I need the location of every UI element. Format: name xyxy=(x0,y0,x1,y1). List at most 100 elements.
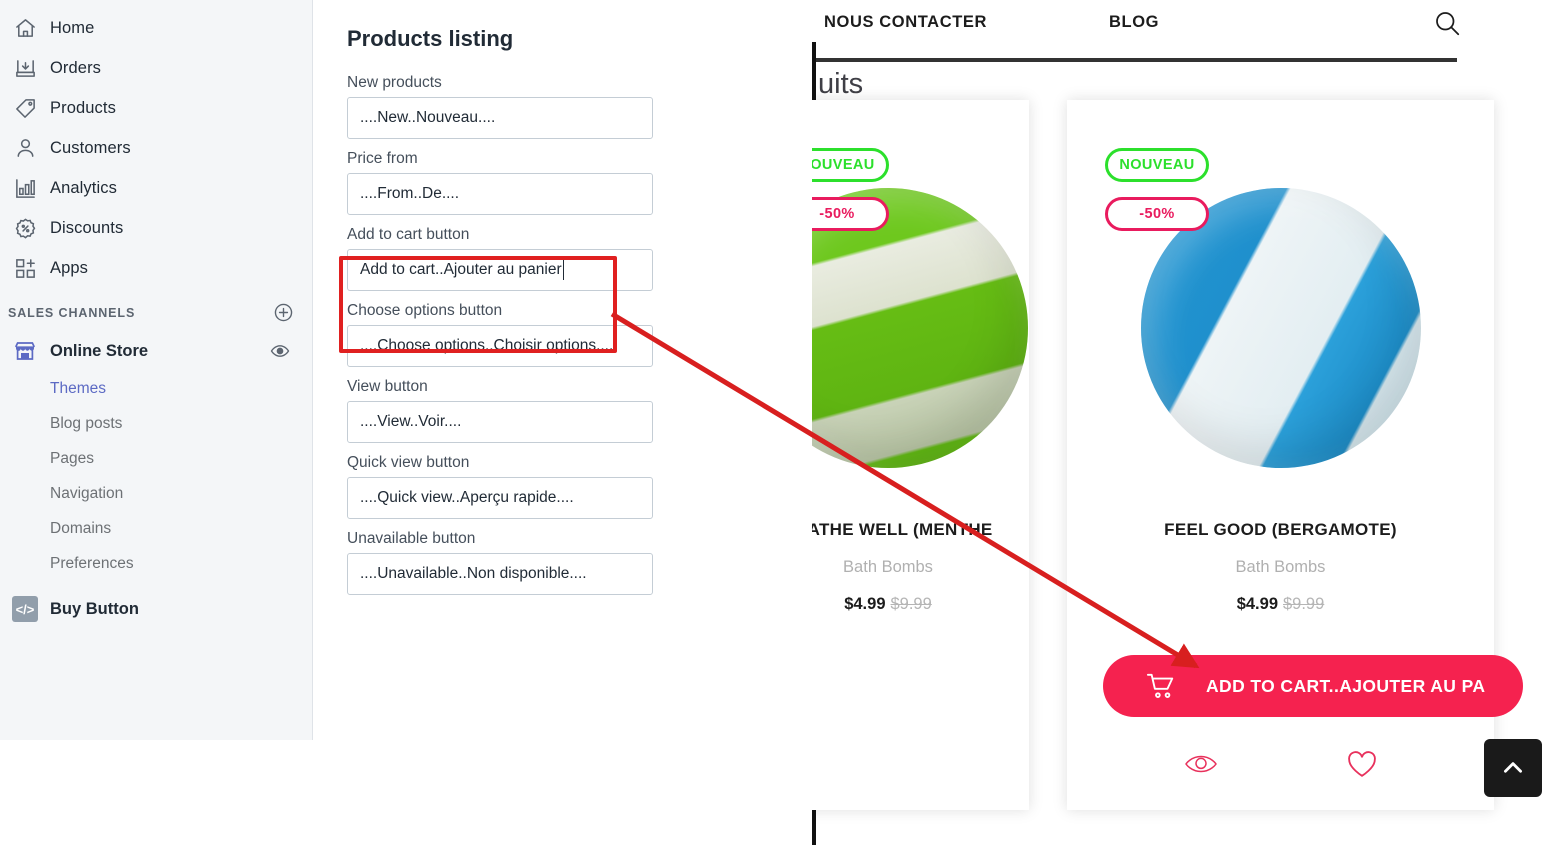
sidebar-sub-label: Preferences xyxy=(50,554,134,572)
field-value: ....Unavailable..Non disponible.... xyxy=(360,565,587,582)
navbar-divider xyxy=(812,58,1457,62)
sidebar-item-pages[interactable]: Pages xyxy=(0,441,312,476)
buy-button-label: Buy Button xyxy=(50,599,139,618)
field-unavailable-button: Unavailable button ....Unavailable..Non … xyxy=(347,530,653,595)
eye-icon[interactable] xyxy=(270,341,290,361)
search-icon[interactable] xyxy=(1432,8,1462,43)
add-to-cart-button[interactable]: ADD TO CART..AJOUTER AU PA xyxy=(1103,655,1523,717)
wishlist-heart-icon[interactable] xyxy=(1347,750,1377,778)
field-value: ....View..Voir.... xyxy=(360,413,462,430)
sales-channels-label: SALES CHANNELS xyxy=(8,305,136,320)
badge-sale: -50% xyxy=(1105,197,1209,231)
badge-new: NOUVEAU xyxy=(812,148,889,182)
price-current: $4.99 xyxy=(844,595,886,613)
sidebar-item-domains[interactable]: Domains xyxy=(0,511,312,546)
field-value: ....New..Nouveau.... xyxy=(360,109,496,126)
sidebar-item-label: Apps xyxy=(50,258,89,277)
price-compare: $9.99 xyxy=(890,595,932,613)
product-vendor: Bath Bombs xyxy=(1235,558,1326,576)
field-price-from: Price from ....From..De.... xyxy=(347,150,653,215)
sidebar-sub-label: Blog posts xyxy=(50,414,123,432)
nav-link-contact[interactable]: NOUS CONTACTER xyxy=(824,13,987,32)
product-vendor: Bath Bombs xyxy=(843,558,933,576)
code-icon: </> xyxy=(8,596,42,622)
nav-link-blog[interactable]: BLOG xyxy=(1109,13,1159,32)
storefront-preview: NOUS CONTACTER BLOG uits NOUVEAU -50% RE… xyxy=(812,0,1548,845)
online-store-label: Online Store xyxy=(50,341,149,360)
apps-plus-icon xyxy=(8,256,42,280)
page-title: Products listing xyxy=(347,26,514,51)
field-value: ....Quick view..Aperçu rapide.... xyxy=(360,489,574,506)
sidebar-item-orders[interactable]: Orders xyxy=(0,48,312,88)
sidebar-item-discounts[interactable]: Discounts xyxy=(0,208,312,248)
sidebar-item-preferences[interactable]: Preferences xyxy=(0,546,312,581)
field-label: Choose options button xyxy=(347,302,503,319)
product-badges: NOUVEAU -50% xyxy=(812,148,889,246)
field-label: Add to cart button xyxy=(347,226,470,243)
text-caret xyxy=(562,260,564,280)
price-compare: $9.99 xyxy=(1283,595,1325,613)
view-button-input[interactable]: ....View..Voir.... xyxy=(347,401,653,443)
sidebar-item-label: Products xyxy=(50,98,116,117)
product-card[interactable]: NOUVEAU -50% REATHE WELL (MENTHE Bath Bo… xyxy=(812,100,1029,810)
shopping-cart-icon xyxy=(1146,671,1176,701)
field-quick-view-button: Quick view button ....Quick view..Aperçu… xyxy=(347,454,653,519)
sidebar-item-customers[interactable]: Customers xyxy=(0,128,312,168)
product-title[interactable]: REATHE WELL (MENTHE xyxy=(812,520,1029,540)
product-price: $4.99 $9.99 xyxy=(812,595,1029,614)
choose-options-button-input[interactable]: ....Choose options..Choisir options.... xyxy=(347,325,653,367)
plus-circle-icon[interactable] xyxy=(273,302,294,323)
code-icon-glyph: </> xyxy=(12,596,38,622)
tag-icon xyxy=(8,96,42,120)
sidebar-item-buy-button[interactable]: </> Buy Button xyxy=(0,589,312,629)
price-from-input[interactable]: ....From..De.... xyxy=(347,173,653,215)
sidebar-item-label: Customers xyxy=(50,138,131,157)
person-icon xyxy=(8,136,42,160)
field-label: View button xyxy=(347,378,428,395)
field-value: ....From..De.... xyxy=(360,185,460,202)
sidebar-item-navigation[interactable]: Navigation xyxy=(0,476,312,511)
chevron-up-icon xyxy=(1500,755,1526,781)
sidebar-item-themes[interactable]: Themes xyxy=(0,371,312,406)
unavailable-button-input[interactable]: ....Unavailable..Non disponible.... xyxy=(347,553,653,595)
sales-channels-header: SALES CHANNELS xyxy=(0,288,312,331)
new-products-input[interactable]: ....New..Nouveau.... xyxy=(347,97,653,139)
orders-inbox-icon xyxy=(8,56,42,80)
price-current: $4.99 xyxy=(1236,595,1278,613)
badge-new: NOUVEAU xyxy=(1105,148,1209,182)
sidebar-item-home[interactable]: Home xyxy=(0,8,312,48)
sidebar-sub-label: Domains xyxy=(50,519,112,537)
field-value: ....Choose options..Choisir options.... xyxy=(360,337,614,354)
product-card[interactable]: NOUVEAU -50% FEEL GOOD (BERGAMOTE) Bath … xyxy=(1067,100,1523,810)
sidebar-item-products[interactable]: Products xyxy=(0,88,312,128)
sidebar-item-online-store[interactable]: Online Store xyxy=(0,331,312,371)
sidebar-item-apps[interactable]: Apps xyxy=(0,248,312,288)
storefront-navbar: NOUS CONTACTER BLOG xyxy=(812,0,1548,48)
product-card-actions xyxy=(1067,740,1494,788)
storefront-icon xyxy=(8,339,42,363)
product-title[interactable]: FEEL GOOD (BERGAMOTE) xyxy=(1067,520,1494,540)
sidebar-item-label: Analytics xyxy=(50,178,117,197)
sidebar-item-blog-posts[interactable]: Blog posts xyxy=(0,406,312,441)
sidebar-sub-label: Themes xyxy=(50,379,106,397)
scroll-to-top-button[interactable] xyxy=(1484,739,1542,797)
product-badges: NOUVEAU -50% xyxy=(1105,148,1209,246)
product-price: $4.99 $9.99 xyxy=(1067,595,1494,614)
field-view-button: View button ....View..Voir.... xyxy=(347,378,653,443)
sidebar-item-label: Orders xyxy=(50,58,102,77)
sidebar-item-analytics[interactable]: Analytics xyxy=(0,168,312,208)
quick-view-eye-icon[interactable] xyxy=(1184,752,1218,776)
field-add-to-cart-button: Add to cart button Add to cart..Ajouter … xyxy=(347,226,653,291)
percent-badge-icon xyxy=(8,216,42,240)
collection-heading: uits xyxy=(818,68,864,100)
field-label: Quick view button xyxy=(347,454,470,471)
bar-chart-icon xyxy=(8,176,42,200)
add-to-cart-button-input[interactable]: Add to cart..Ajouter au panier xyxy=(347,249,653,291)
sidebar-sub-label: Pages xyxy=(50,449,94,467)
theme-settings-panel: Products listing New products ....New..N… xyxy=(325,0,812,740)
field-label: New products xyxy=(347,74,442,91)
badge-sale: -50% xyxy=(812,197,889,231)
admin-sidebar: Home Orders Products Customers Analytics… xyxy=(0,0,313,740)
quick-view-button-input[interactable]: ....Quick view..Aperçu rapide.... xyxy=(347,477,653,519)
home-icon xyxy=(8,16,42,40)
